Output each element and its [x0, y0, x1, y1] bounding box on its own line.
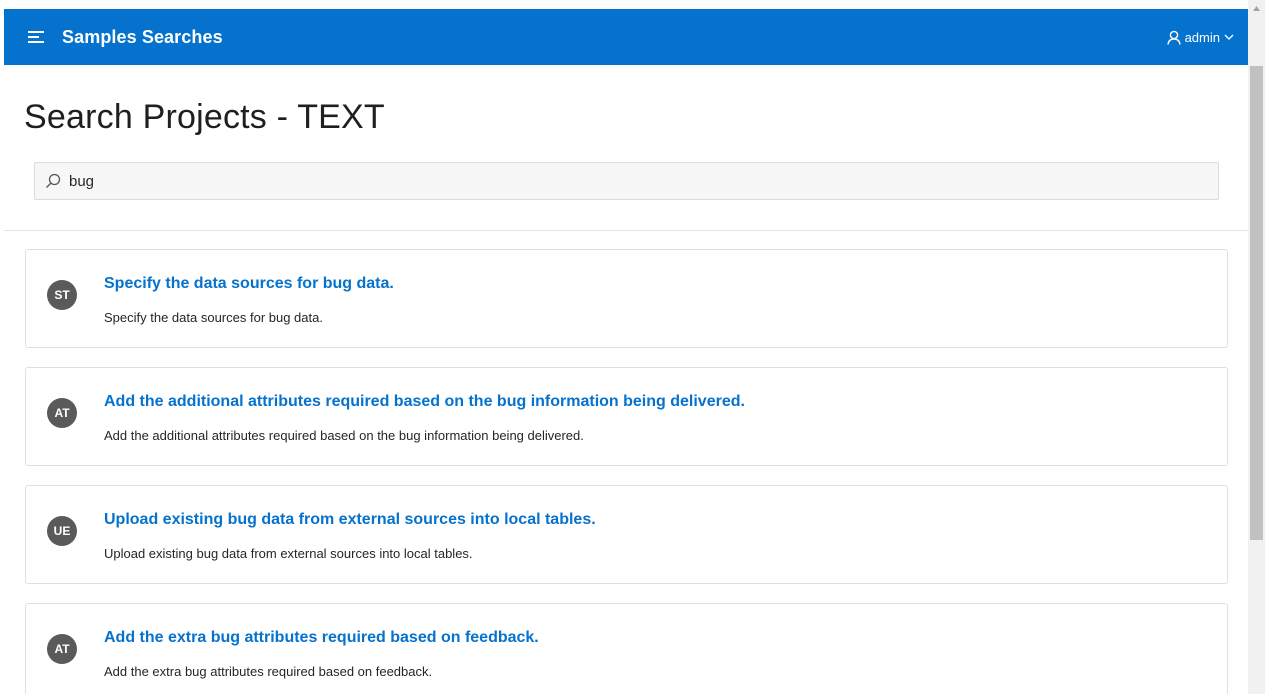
- result-description: Upload existing bug data from external s…: [104, 546, 473, 561]
- result-title-link[interactable]: Specify the data sources for bug data.: [104, 275, 394, 293]
- result-description: Add the additional attributes required b…: [104, 428, 584, 443]
- search-input[interactable]: [69, 172, 1209, 190]
- chevron-down-icon: [1224, 33, 1234, 41]
- result-title-link[interactable]: Add the additional attributes required b…: [104, 393, 745, 411]
- results-list: ST Specify the data sources for bug data…: [25, 249, 1228, 694]
- result-card: AT Add the extra bug attributes required…: [25, 603, 1228, 694]
- result-title-link[interactable]: Upload existing bug data from external s…: [104, 511, 596, 529]
- search-icon: [45, 173, 61, 189]
- page-title: Search Projects - TEXT: [24, 98, 385, 136]
- result-description: Add the extra bug attributes required ba…: [104, 664, 433, 679]
- avatar: ST: [47, 280, 77, 310]
- app-header: Samples Searches admin: [4, 9, 1248, 65]
- user-name: admin: [1184, 29, 1220, 45]
- hamburger-icon[interactable]: [16, 9, 56, 65]
- avatar: AT: [47, 634, 77, 664]
- app-title[interactable]: Samples Searches: [62, 27, 223, 48]
- result-card: AT Add the additional attributes require…: [25, 367, 1228, 466]
- user-icon: [1166, 30, 1181, 45]
- scrollbar-thumb[interactable]: [1250, 66, 1263, 540]
- avatar: AT: [47, 398, 77, 428]
- scroll-up-arrow-icon[interactable]: [1248, 0, 1265, 17]
- result-title-link[interactable]: Add the extra bug attributes required ba…: [104, 629, 539, 647]
- page-hero: Search Projects - TEXT: [4, 65, 1248, 231]
- vertical-scrollbar[interactable]: [1248, 0, 1265, 694]
- result-description: Specify the data sources for bug data.: [104, 310, 323, 325]
- result-card: ST Specify the data sources for bug data…: [25, 249, 1228, 348]
- user-menu-button[interactable]: admin: [1166, 29, 1234, 45]
- app-page: Samples Searches admin Search Projects -…: [0, 0, 1248, 694]
- avatar: UE: [47, 516, 77, 546]
- result-card: UE Upload existing bug data from externa…: [25, 485, 1228, 584]
- search-bar[interactable]: [34, 162, 1219, 200]
